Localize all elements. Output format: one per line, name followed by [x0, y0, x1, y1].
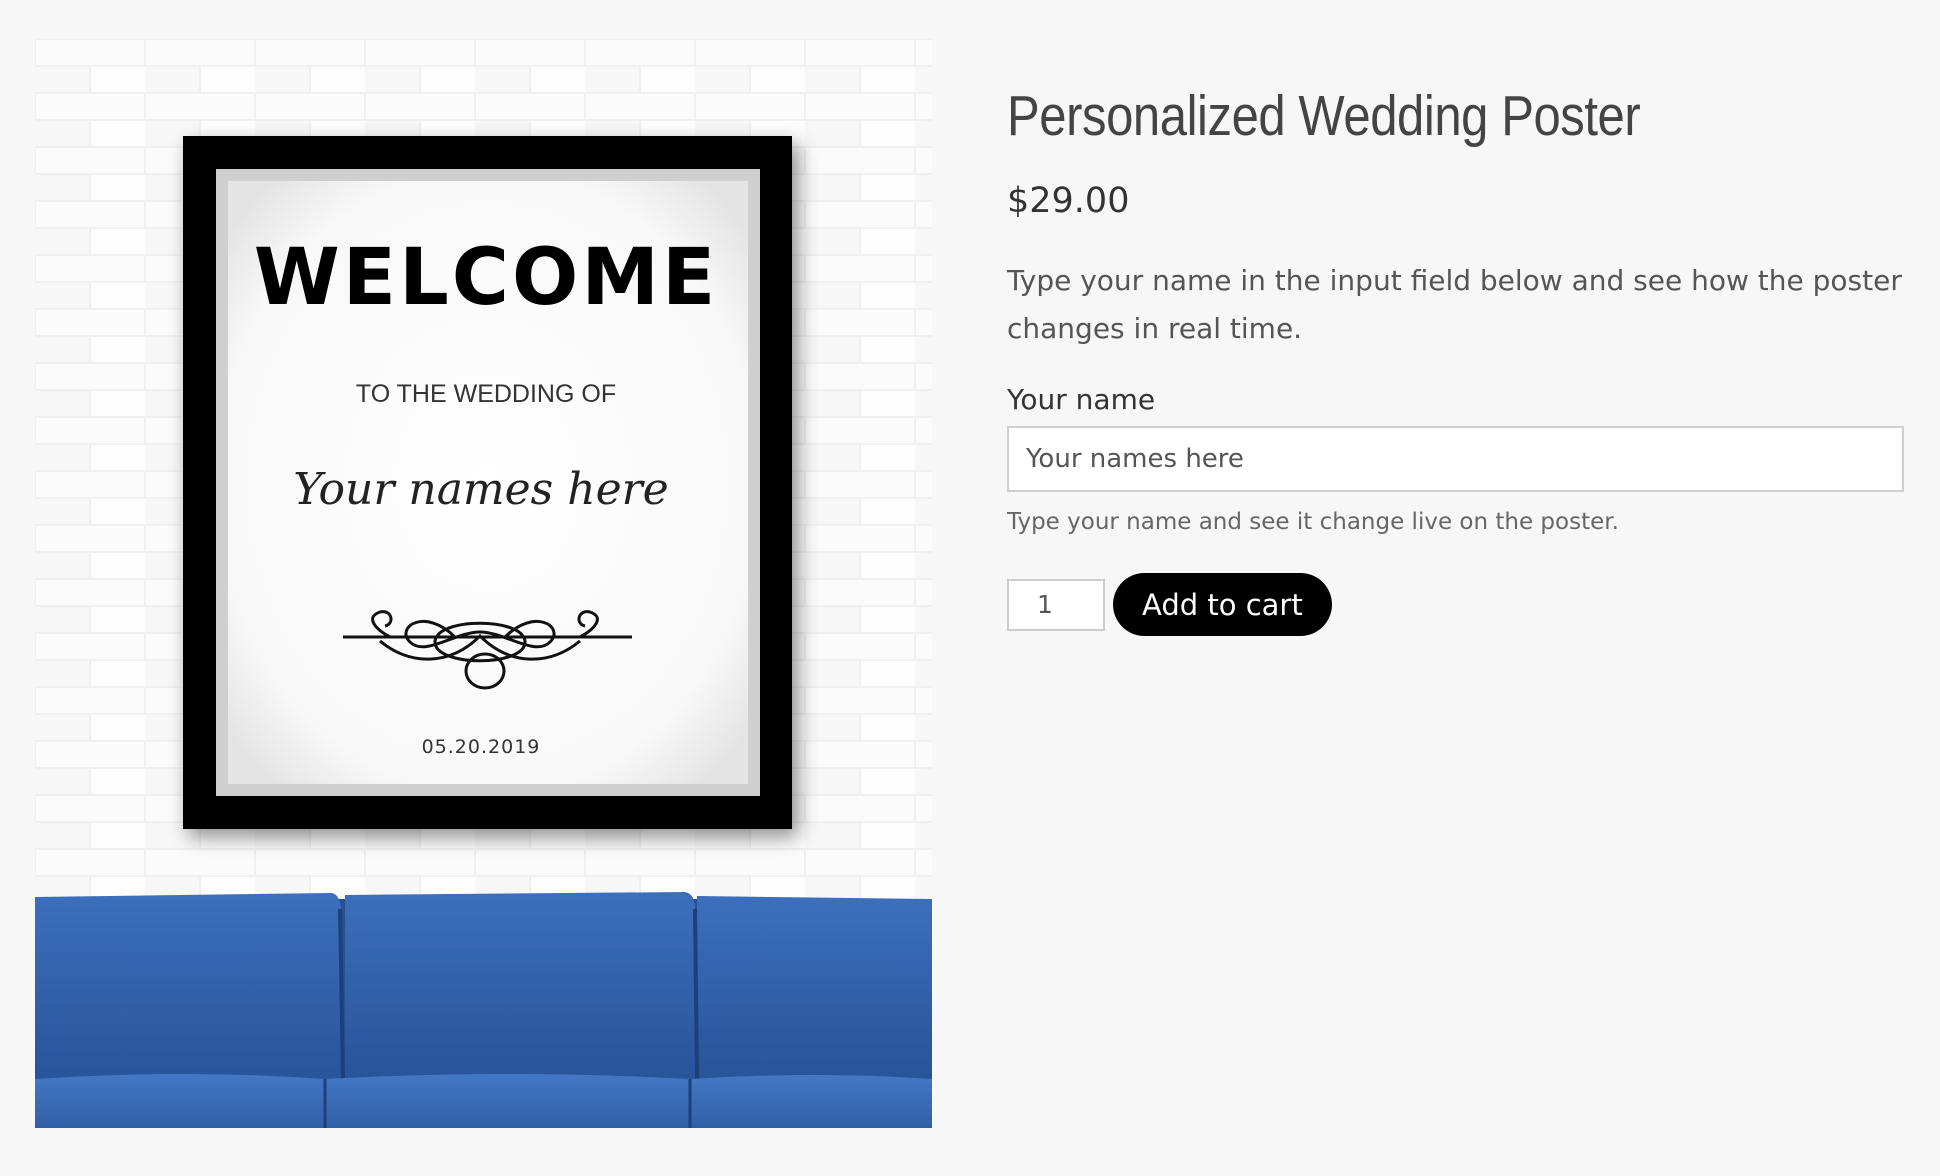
- product-price: $29.00: [1007, 181, 1130, 221]
- poster-subheading: TO THE WEDDING OF: [356, 380, 616, 408]
- product-title: Personalized Wedding Poster: [1007, 84, 1641, 148]
- quantity-input[interactable]: [1007, 578, 1105, 631]
- product-summary: Personalized Wedding Poster $29.00 Type …: [1007, 60, 1905, 636]
- product-image: WELCOME TO THE WEDDING OF Your names her…: [35, 39, 932, 1128]
- name-field-label: Your name: [1007, 383, 1156, 416]
- name-field-help: Type your name and see it change live on…: [1007, 509, 1619, 535]
- poster-date: 05.20.2019: [422, 736, 541, 758]
- add-to-cart-row: Add to cart: [1007, 573, 1905, 636]
- poster-headline: WELCOME: [254, 233, 718, 323]
- add-to-cart-button[interactable]: Add to cart: [1113, 573, 1332, 636]
- poster-scene: WELCOME TO THE WEDDING OF Your names her…: [35, 39, 932, 1128]
- poster-names: Your names here: [293, 464, 668, 515]
- product-description: Type your name in the input field below …: [1007, 264, 1902, 345]
- blue-sofa: [35, 892, 932, 1128]
- name-input[interactable]: [1007, 426, 1904, 492]
